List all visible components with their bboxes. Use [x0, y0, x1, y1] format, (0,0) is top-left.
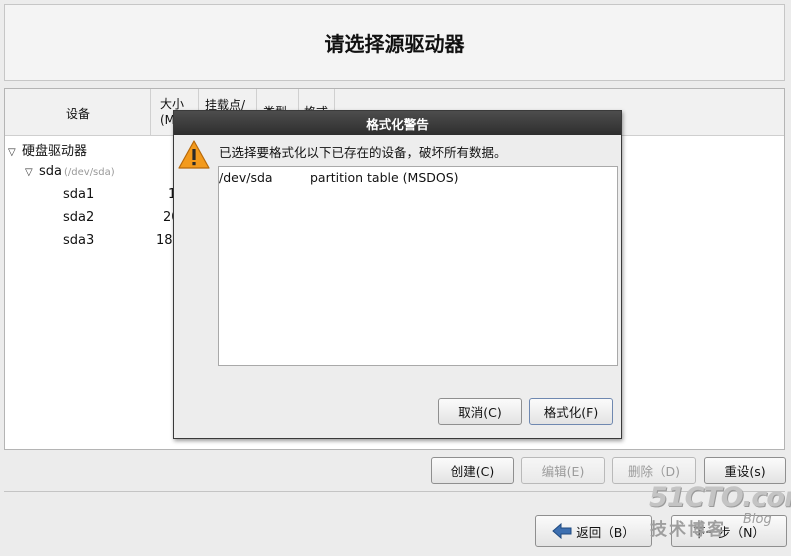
- list-item-description: partition table (MSDOS): [310, 170, 459, 185]
- column-device[interactable]: 设备: [5, 89, 151, 135]
- expander-down-icon[interactable]: ▽: [8, 147, 22, 158]
- dialog-message: 已选择要格式化以下已存在的设备，破坏所有数据。: [219, 145, 507, 160]
- expander-down-icon[interactable]: ▽: [25, 167, 39, 178]
- edit-button[interactable]: 编辑(E): [521, 457, 605, 484]
- cancel-button[interactable]: 取消(C): [438, 398, 522, 425]
- page-header: 请选择源驱动器: [4, 4, 785, 81]
- format-warning-dialog: 格式化警告 已选择要格式化以下已存在的设备，破坏所有数据。 /dev/sda p…: [173, 110, 622, 439]
- page-title: 请选择源驱动器: [324, 32, 465, 56]
- tree-row-sda2[interactable]: sda2: [63, 210, 94, 225]
- device-list[interactable]: /dev/sda partition table (MSDOS): [218, 166, 618, 366]
- format-button[interactable]: 格式化(F): [529, 398, 613, 425]
- reset-button[interactable]: 重设(s): [704, 457, 786, 484]
- dialog-title: 格式化警告: [366, 116, 429, 132]
- separator: [4, 491, 785, 492]
- delete-button[interactable]: 删除（D): [612, 457, 696, 484]
- warning-icon: [178, 140, 210, 169]
- tree-row-sda1[interactable]: sda1: [63, 187, 94, 202]
- create-button[interactable]: 创建(C): [431, 457, 514, 484]
- next-button[interactable]: 下一步（N）: [671, 515, 787, 547]
- tree-row-sda[interactable]: ▽ sda (/dev/sda): [25, 164, 115, 179]
- back-arrow-icon: [552, 523, 572, 539]
- dialog-titlebar[interactable]: 格式化警告: [174, 111, 621, 135]
- back-button[interactable]: 返回（B）: [535, 515, 652, 547]
- tree-row-sda3[interactable]: sda3: [63, 233, 94, 248]
- list-item-device: /dev/sda: [219, 170, 273, 185]
- tree-row-harddrives[interactable]: ▽ 硬盘驱动器: [8, 140, 87, 159]
